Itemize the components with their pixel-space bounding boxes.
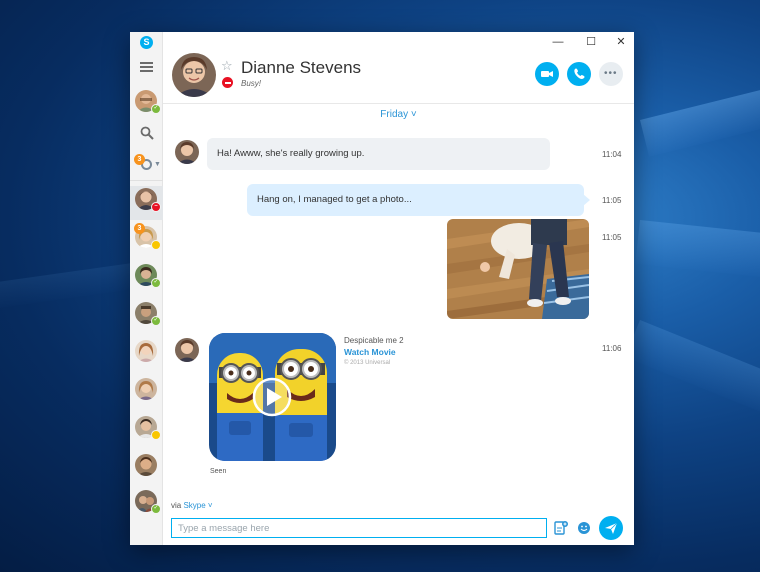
message-bubble-incoming[interactable]: Ha! Awww, she's really growing up. (207, 138, 550, 170)
favorite-star-icon[interactable]: ☆ (221, 58, 233, 74)
status-online-icon: ✓ (151, 504, 161, 514)
more-dots-icon: ••• (604, 68, 618, 79)
close-button[interactable]: ✕ (610, 34, 632, 50)
phone-icon (574, 68, 585, 79)
chevron-down-icon: ▼ (154, 161, 161, 168)
contact-status-message: Busy! (241, 79, 262, 88)
contact-name: Dianne Stevens (241, 58, 362, 77)
contact-avatar[interactable] (135, 378, 157, 400)
sender-avatar[interactable] (175, 338, 199, 362)
unread-count-badge: 3 (134, 223, 145, 234)
minimize-button[interactable]: — (547, 34, 569, 50)
video-title: Despicable me 2 (344, 336, 404, 345)
video-copyright: © 2013 Universal (344, 360, 391, 366)
send-icon (605, 522, 618, 534)
message-bubble-outgoing[interactable]: Hang on, I managed to get a photo... (247, 184, 590, 216)
send-button[interactable] (599, 516, 623, 540)
read-receipt: Seen (210, 468, 227, 475)
watch-movie-link[interactable]: Watch Movie (344, 347, 396, 357)
more-options-button[interactable]: ••• (599, 62, 623, 86)
skype-window: S ✓ ▼ 3 – 3 ✓ ✓ ✓ — ☐ ✕ ☆ Dianne Stevens… (130, 32, 634, 545)
shared-photo[interactable] (447, 219, 589, 319)
add-files-icon[interactable] (554, 520, 568, 536)
status-away-icon (151, 240, 161, 250)
message-timestamp: 11:06 (602, 344, 622, 353)
status-busy-icon: – (151, 202, 161, 212)
status-online-icon: ✓ (151, 278, 161, 288)
hamburger-menu-icon[interactable] (140, 62, 153, 72)
skype-logo-icon: S (140, 36, 153, 49)
conversation-header: ☆ Dianne Stevens Busy! ••• (163, 50, 634, 104)
status-online-icon: ✓ (151, 316, 161, 326)
contact-avatar[interactable] (135, 454, 157, 476)
maximize-button[interactable]: ☐ (580, 34, 602, 50)
play-icon[interactable] (252, 377, 292, 417)
recent-count-badge: 3 (134, 154, 145, 165)
day-separator[interactable]: Friday ˅ (130, 109, 634, 120)
message-timestamp: 11:05 (602, 196, 622, 205)
sender-avatar[interactable] (175, 140, 199, 164)
message-timestamp: 11:04 (602, 150, 622, 159)
contact-profile-avatar[interactable] (172, 53, 216, 97)
via-service-dropdown[interactable]: Skype ˅ (183, 501, 212, 510)
emoticon-icon[interactable] (577, 521, 591, 535)
video-call-button[interactable] (535, 62, 559, 86)
video-camera-icon (541, 71, 553, 77)
search-icon[interactable] (140, 126, 154, 140)
send-via-selector[interactable]: via Skype ˅ (171, 501, 213, 510)
message-timestamp: 11:05 (602, 233, 622, 242)
status-away-icon (151, 430, 161, 440)
busy-status-icon (222, 77, 233, 88)
contact-avatar[interactable] (135, 340, 157, 362)
video-thumbnail[interactable] (209, 333, 336, 461)
message-input[interactable] (171, 518, 547, 538)
audio-call-button[interactable] (567, 62, 591, 86)
